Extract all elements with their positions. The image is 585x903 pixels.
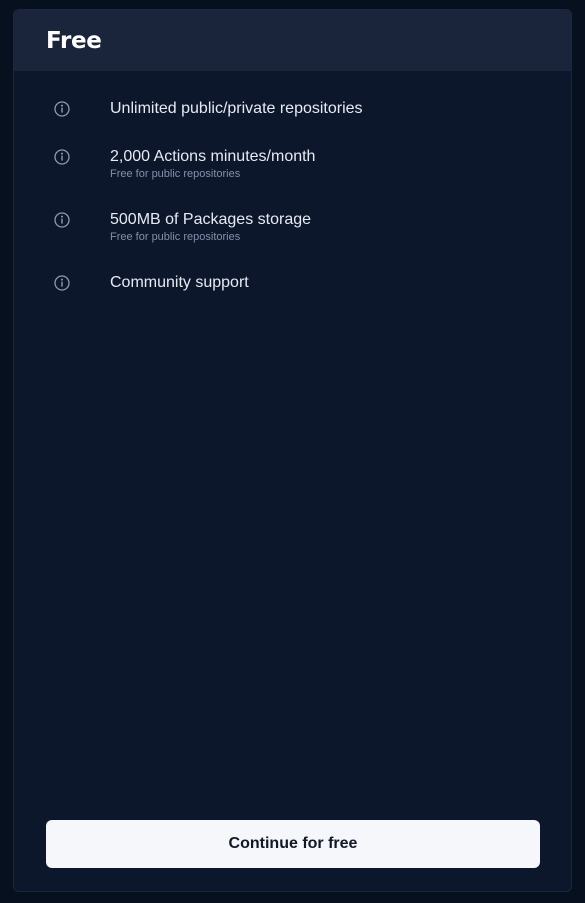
continue-for-free-button[interactable]: Continue for free bbox=[46, 820, 540, 868]
card-header: Free bbox=[14, 10, 571, 71]
feature-item: Community support bbox=[14, 273, 571, 313]
feature-text: 500MB of Packages storage Free for publi… bbox=[110, 210, 311, 244]
info-icon[interactable] bbox=[53, 148, 71, 166]
plan-title: Free bbox=[46, 27, 102, 54]
feature-subtitle: Free for public repositories bbox=[110, 168, 241, 180]
feature-item: Unlimited public/private repositories bbox=[14, 99, 571, 139]
feature-title: Community support bbox=[110, 274, 249, 291]
feature-text: Unlimited public/private repositories bbox=[110, 99, 363, 119]
feature-subtitle: Free for public repositories bbox=[110, 231, 241, 243]
feature-title: 2,000 Actions minutes/month bbox=[110, 148, 316, 165]
feature-item: 500MB of Packages storage Free for publi… bbox=[14, 210, 571, 250]
info-icon[interactable] bbox=[53, 100, 71, 118]
info-icon[interactable] bbox=[53, 274, 71, 292]
feature-text: 2,000 Actions minutes/month Free for pub… bbox=[110, 147, 315, 181]
feature-text: Community support bbox=[110, 273, 249, 293]
feature-title: 500MB of Packages storage bbox=[110, 211, 312, 228]
feature-item: 2,000 Actions minutes/month Free for pub… bbox=[14, 147, 571, 187]
pricing-card: Free Unlimited public/private repositori… bbox=[13, 9, 572, 892]
feature-title: Unlimited public/private repositories bbox=[110, 100, 363, 117]
info-icon[interactable] bbox=[53, 211, 71, 229]
